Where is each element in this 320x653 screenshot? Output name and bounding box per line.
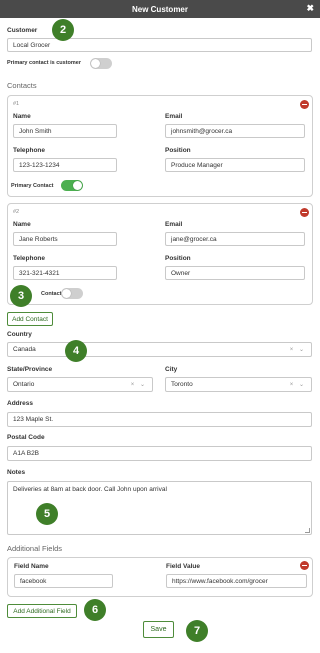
- contact-name-label: Name: [13, 113, 31, 120]
- chevron-down-icon[interactable]: ⌄: [140, 382, 147, 388]
- postal-code-label: Postal Code: [7, 434, 45, 441]
- contact-position-label: Position: [165, 255, 191, 262]
- state-label: State/Province: [7, 366, 53, 373]
- address-input[interactable]: 123 Maple St.: [7, 412, 312, 427]
- step-badge: 3: [10, 285, 32, 307]
- city-select[interactable]: Toronto × ⌄: [165, 377, 312, 392]
- notes-value: Deliveries at 8am at back door. Call Joh…: [13, 486, 167, 493]
- step-badge: 5: [36, 503, 58, 525]
- notes-label: Notes: [7, 469, 26, 476]
- contact-position-value: Owner: [171, 269, 191, 277]
- add-additional-field-button[interactable]: Add Additional Field: [7, 604, 77, 618]
- contact-name-input[interactable]: John Smith: [13, 124, 117, 138]
- chevron-down-icon[interactable]: ⌄: [299, 347, 306, 353]
- contact-position-input[interactable]: Owner: [165, 266, 305, 280]
- remove-contact-icon[interactable]: [300, 208, 309, 217]
- clear-icon[interactable]: ×: [290, 382, 296, 388]
- remove-field-icon[interactable]: [300, 561, 309, 570]
- country-value: Canada: [13, 346, 36, 353]
- step-badge: 2: [52, 19, 74, 41]
- step-badge: 4: [65, 340, 87, 362]
- contact-index: #2: [13, 209, 20, 215]
- contact-email-label: Email: [165, 113, 183, 120]
- contact-telephone-value: 123-123-1234: [19, 161, 60, 169]
- country-select[interactable]: Canada × ⌄: [7, 342, 312, 357]
- primary-contact-is-customer-label: Primary contact is customer: [7, 60, 81, 66]
- city-label: City: [165, 366, 178, 373]
- field-value-label: Field Value: [166, 563, 200, 570]
- contact-position-value: Produce Manager: [171, 161, 223, 169]
- contact-position-input[interactable]: Produce Manager: [165, 158, 305, 172]
- toggle-knob: [62, 289, 71, 298]
- contact-email-value: jane@grocer.ca: [171, 235, 217, 243]
- close-icon[interactable]: ✖: [306, 4, 314, 13]
- state-select[interactable]: Ontario × ⌄: [7, 377, 153, 392]
- save-button[interactable]: Save: [143, 621, 174, 638]
- contact-position-label: Position: [165, 147, 191, 154]
- add-contact-button[interactable]: Add Contact: [7, 312, 53, 326]
- field-name-value: facebook: [20, 577, 47, 585]
- contact-telephone-input[interactable]: 321-321-4321: [13, 266, 117, 280]
- contact-email-input[interactable]: johnsmith@grocer.ca: [165, 124, 305, 138]
- contact-email-value: johnsmith@grocer.ca: [171, 127, 233, 135]
- address-value: 123 Maple St.: [13, 416, 54, 423]
- city-value: Toronto: [171, 381, 193, 388]
- contact-telephone-label: Telephone: [13, 147, 46, 154]
- additional-fields-section-title: Additional Fields: [7, 544, 63, 553]
- country-label: Country: [7, 331, 32, 338]
- toggle-knob: [91, 59, 100, 68]
- contact-name-value: John Smith: [19, 127, 52, 135]
- postal-code-input[interactable]: A1A B2B: [7, 446, 312, 461]
- customer-label: Customer: [7, 27, 38, 34]
- address-label: Address: [7, 400, 34, 407]
- contact-telephone-value: 321-321-4321: [19, 269, 60, 277]
- contact-name-label: Name: [13, 221, 31, 228]
- additional-field-card: Field Name facebook Field Value https://…: [7, 557, 313, 597]
- customer-input-value: Local Grocer: [13, 41, 51, 49]
- contact-name-value: Jane Roberts: [19, 235, 58, 243]
- contact-card-1: #1 Name John Smith Email johnsmith@groce…: [7, 95, 313, 197]
- step-badge: 6: [84, 599, 106, 621]
- state-value: Ontario: [13, 381, 35, 388]
- field-value-input[interactable]: https://www.facebook.com/grocer: [166, 574, 307, 588]
- field-name-input[interactable]: facebook: [14, 574, 113, 588]
- window-title: New Customer: [131, 4, 188, 14]
- primary-contact-label: Contact: [41, 291, 62, 297]
- chevron-down-icon[interactable]: ⌄: [299, 382, 306, 388]
- contact-email-input[interactable]: jane@grocer.ca: [165, 232, 305, 246]
- remove-contact-icon[interactable]: [300, 100, 309, 109]
- contact-telephone-label: Telephone: [13, 255, 46, 262]
- contact-index: #1: [13, 101, 20, 107]
- field-value-value: https://www.facebook.com/grocer: [172, 577, 268, 585]
- field-name-label: Field Name: [14, 563, 49, 570]
- contact-name-input[interactable]: Jane Roberts: [13, 232, 117, 246]
- contacts-section-title: Contacts: [7, 81, 37, 90]
- primary-contact-label: Primary Contact: [11, 183, 54, 189]
- clear-icon[interactable]: ×: [131, 382, 137, 388]
- primary-contact-toggle[interactable]: [61, 288, 83, 299]
- postal-code-value: A1A B2B: [13, 450, 40, 457]
- contact-card-2: #2 Name Jane Roberts Email jane@grocer.c…: [7, 203, 313, 305]
- primary-contact-is-customer-toggle[interactable]: [90, 58, 112, 69]
- step-badge: 7: [186, 620, 208, 642]
- resize-handle-icon[interactable]: [305, 528, 310, 533]
- contact-telephone-input[interactable]: 123-123-1234: [13, 158, 117, 172]
- toggle-knob: [73, 181, 82, 190]
- window-title-bar: New Customer ✖: [0, 0, 320, 18]
- customer-input[interactable]: Local Grocer: [7, 38, 312, 52]
- clear-icon[interactable]: ×: [290, 347, 296, 353]
- primary-contact-toggle[interactable]: [61, 180, 83, 191]
- contact-email-label: Email: [165, 221, 183, 228]
